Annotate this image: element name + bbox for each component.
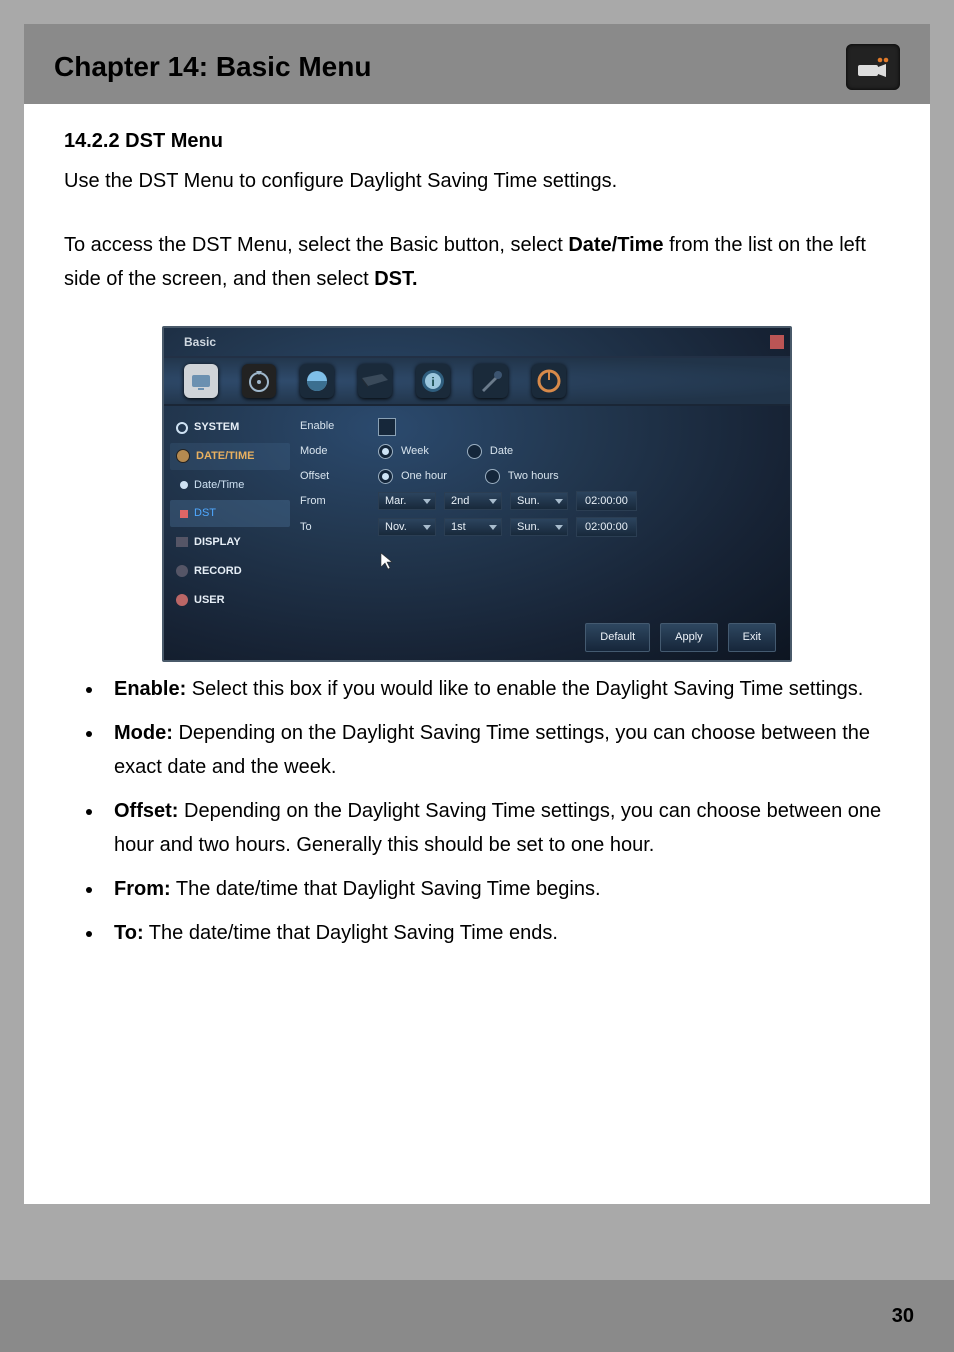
to-time-field[interactable]: 02:00:00 (576, 517, 637, 537)
tab-power-icon[interactable] (532, 364, 566, 398)
sidebar-item-record[interactable]: RECORD (170, 558, 290, 585)
user-icon (176, 594, 188, 606)
list-item: To: The date/time that Daylight Saving T… (104, 916, 890, 950)
default-button[interactable]: Default (585, 623, 650, 652)
bullet-offset-text: Depending on the Daylight Saving Time se… (114, 800, 881, 856)
svg-text:i: i (431, 375, 434, 389)
list-item: From: The date/time that Daylight Saving… (104, 872, 890, 906)
p2-prefix: To access the DST Menu, select the Basic… (64, 234, 568, 256)
row-offset: Offset One hour Two hours (300, 464, 778, 489)
paragraph-intro: Use the DST Menu to configure Daylight S… (64, 164, 890, 198)
document-page: Chapter 14: Basic Menu 14.2.2 DST Menu U… (0, 0, 954, 1352)
list-item: Enable: Select this box if you would lik… (104, 672, 890, 706)
to-month-select[interactable]: Nov. (378, 518, 436, 536)
radio-week-label: Week (401, 442, 429, 461)
chevron-down-icon (555, 525, 563, 530)
section-heading: 14.2.2 DST Menu (64, 124, 890, 158)
screenshot-button-row: Default Apply Exit (164, 623, 790, 660)
list-item: Mode: Depending on the Daylight Saving T… (104, 716, 890, 784)
row-enable: Enable (300, 414, 778, 439)
from-time-field[interactable]: 02:00:00 (576, 491, 637, 511)
row-mode: Mode Week Date (300, 439, 778, 464)
radio-two-hours[interactable] (485, 469, 500, 484)
bullet-enable-label: Enable: (114, 678, 186, 700)
page-card: Chapter 14: Basic Menu 14.2.2 DST Menu U… (24, 24, 930, 1204)
screenshot-titlebar: Basic (164, 328, 790, 358)
radio-week[interactable] (378, 444, 393, 459)
chevron-down-icon (423, 499, 431, 504)
screenshot-sidebar: SYSTEM DATE/TIME Date/Time DST (164, 406, 296, 623)
tab-datetime-icon[interactable] (242, 364, 276, 398)
chevron-down-icon (489, 499, 497, 504)
bullet-mode-label: Mode: (114, 722, 173, 744)
row-from: From Mar. 2nd Sun. 02:00:00 (300, 488, 778, 514)
bullet-offset-label: Offset: (114, 800, 178, 822)
row-to: To Nov. 1st Sun. 02:00:00 (300, 514, 778, 540)
chevron-down-icon (489, 525, 497, 530)
label-enable: Enable (300, 417, 370, 436)
radio-one-hour[interactable] (378, 469, 393, 484)
description-list: Enable: Select this box if you would lik… (104, 672, 890, 950)
sidebar-item-display[interactable]: DISPLAY (170, 529, 290, 556)
bullet-mode-text: Depending on the Daylight Saving Time se… (114, 722, 870, 778)
exit-button[interactable]: Exit (728, 623, 776, 652)
paragraph-access: To access the DST Menu, select the Basic… (64, 228, 890, 296)
enable-checkbox[interactable] (378, 418, 396, 436)
radio-two-hours-label: Two hours (508, 467, 559, 486)
from-day-select[interactable]: Sun. (510, 492, 568, 510)
radio-one-hour-label: One hour (401, 467, 447, 486)
screenshot-tabbar: i (164, 358, 790, 406)
tab-display-icon[interactable] (300, 364, 334, 398)
clock-icon (176, 449, 190, 463)
bullet-from-text: The date/time that Daylight Saving Time … (171, 878, 601, 900)
close-icon[interactable] (770, 335, 784, 349)
radio-date-label: Date (490, 442, 513, 461)
sidebar-item-dst[interactable]: DST (170, 500, 290, 527)
record-icon (176, 565, 188, 577)
chevron-down-icon (423, 525, 431, 530)
chevron-down-icon (555, 499, 563, 504)
sidebar-item-datetime[interactable]: Date/Time (170, 472, 290, 499)
gear-icon (176, 422, 188, 434)
bullet-icon (180, 481, 188, 489)
apply-button[interactable]: Apply (660, 623, 718, 652)
list-item: Offset: Depending on the Daylight Saving… (104, 794, 890, 862)
monitor-icon (176, 537, 188, 547)
screenshot-body: SYSTEM DATE/TIME Date/Time DST (164, 406, 790, 623)
tab-system-icon[interactable] (184, 364, 218, 398)
tab-tools-icon[interactable] (474, 364, 508, 398)
bullet-enable-text: Select this box if you would like to ena… (186, 678, 863, 700)
screenshot-form: Enable Mode Week Date Offset (296, 406, 790, 623)
chapter-header: Chapter 14: Basic Menu (24, 24, 930, 104)
radio-date[interactable] (467, 444, 482, 459)
to-day-select[interactable]: Sun. (510, 518, 568, 536)
page-number: 30 (892, 1305, 914, 1328)
label-offset: Offset (300, 467, 370, 486)
from-ordinal-select[interactable]: 2nd (444, 492, 502, 510)
label-mode: Mode (300, 442, 370, 461)
camera-icon (846, 44, 900, 90)
sidebar-item-system[interactable]: SYSTEM (170, 414, 290, 441)
from-month-select[interactable]: Mar. (378, 492, 436, 510)
screenshot-window-title: Basic (184, 332, 216, 352)
tab-hdd-icon[interactable] (358, 364, 392, 398)
p2-bold-datetime: Date/Time (568, 234, 663, 256)
bullet-to-label: To: (114, 922, 144, 944)
dst-menu-screenshot: Basic i (162, 326, 792, 662)
content-area: 14.2.2 DST Menu Use the DST Menu to conf… (24, 104, 930, 950)
chapter-title: Chapter 14: Basic Menu (54, 51, 371, 83)
to-ordinal-select[interactable]: 1st (444, 518, 502, 536)
sidebar-item-datetime-group[interactable]: DATE/TIME (170, 443, 290, 470)
label-from: From (300, 492, 370, 511)
cursor-icon (380, 552, 778, 577)
page-footer: 30 (0, 1280, 954, 1352)
bullet-icon (180, 510, 188, 518)
sidebar-item-user[interactable]: USER (170, 587, 290, 614)
p2-bold-dst: DST. (374, 268, 417, 290)
tab-info-icon[interactable]: i (416, 364, 450, 398)
bullet-from-label: From: (114, 878, 171, 900)
bullet-to-text: The date/time that Daylight Saving Time … (144, 922, 558, 944)
label-to: To (300, 518, 370, 537)
